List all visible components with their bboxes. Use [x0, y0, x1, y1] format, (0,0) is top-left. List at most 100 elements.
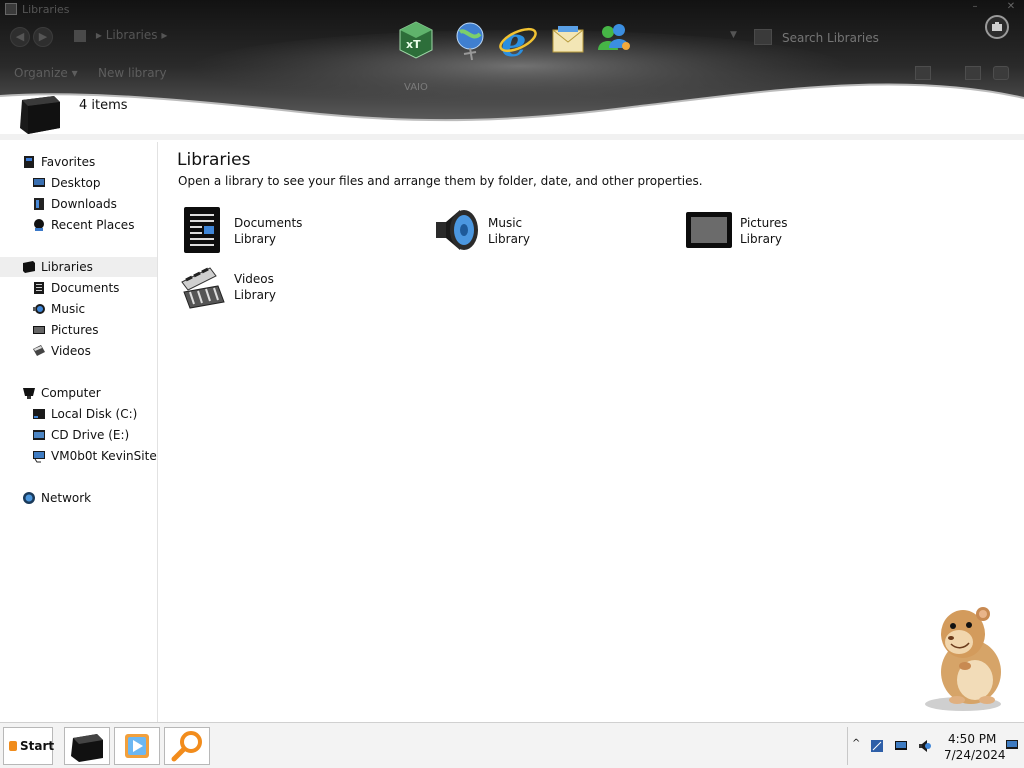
network-drive-icon	[33, 451, 45, 463]
library-name: Pictures	[740, 216, 788, 230]
help-icon[interactable]	[985, 15, 1009, 39]
preview-pane-icon[interactable]	[965, 66, 981, 80]
libraries-crumb-icon	[74, 29, 86, 42]
nav-favorites-label: Favorites	[41, 155, 96, 169]
messenger-icon[interactable]	[592, 18, 636, 62]
back-button[interactable]: ◀	[10, 27, 30, 47]
library-tile-documents[interactable]: Documents Library	[180, 206, 420, 254]
nav-item-label: Desktop	[51, 176, 101, 190]
computer-icon	[23, 388, 35, 399]
show-desktop-icon[interactable]	[1005, 739, 1019, 752]
forward-button[interactable]: ▶	[33, 27, 53, 47]
taskbar-search-button[interactable]	[164, 727, 210, 765]
mail-icon[interactable]	[546, 18, 590, 62]
taskbar-explorer-button[interactable]	[64, 727, 110, 765]
nav-libraries[interactable]: Libraries	[0, 257, 157, 277]
close-button[interactable]: ✕	[1004, 0, 1018, 14]
window-title: Libraries	[22, 3, 70, 16]
pictures-library-icon	[686, 212, 732, 248]
nav-item-videos[interactable]: Videos	[0, 341, 157, 361]
change-view-icon[interactable]	[915, 66, 931, 80]
nav-item-local-disk[interactable]: Local Disk (C:)	[0, 404, 157, 424]
library-type: Library	[488, 232, 530, 246]
library-tile-music[interactable]: Music Library	[434, 206, 674, 254]
nav-item-label: Pictures	[51, 323, 99, 337]
music-library-icon	[436, 210, 478, 250]
network-globe-icon[interactable]	[450, 18, 494, 62]
nav-item-label: Music	[51, 302, 86, 316]
breadcrumb-arrow[interactable]: ▸	[161, 28, 167, 42]
documents-icon	[34, 282, 44, 294]
nav-item-label: Documents	[51, 281, 120, 295]
libraries-large-icon	[20, 96, 60, 134]
show-hidden-icons-button[interactable]: ^	[852, 738, 860, 749]
start-button[interactable]: Start	[3, 727, 55, 765]
xtree-icon[interactable]: xT	[394, 18, 438, 62]
help-icon-small[interactable]	[993, 66, 1009, 80]
clock-date[interactable]: 7/24/2024	[944, 748, 1006, 762]
library-type: Library	[234, 288, 276, 302]
nav-item-documents[interactable]: Documents	[0, 278, 157, 298]
refresh-button[interactable]	[754, 29, 772, 45]
address-dropdown-icon[interactable]: ▼	[730, 30, 737, 40]
library-name: Documents	[234, 216, 303, 230]
library-tile-pictures[interactable]: Pictures Library	[686, 206, 926, 254]
nav-item-label: CD Drive (E:)	[51, 428, 130, 442]
content-pane: Libraries Open a library to see your fil…	[160, 142, 1024, 722]
clock-time[interactable]: 4:50 PM	[948, 732, 996, 746]
search-input[interactable]	[782, 30, 982, 46]
nav-item-label: Local Disk (C:)	[51, 407, 138, 421]
libraries-icon	[23, 261, 35, 273]
window-header: Libraries – ✕ ◀▶ ▸ Libraries ▸ ▼ xT	[0, 0, 1024, 140]
minimize-button[interactable]: –	[968, 0, 982, 14]
nav-item-pictures[interactable]: Pictures	[0, 320, 157, 340]
internet-explorer-icon[interactable]: e	[496, 18, 540, 62]
svg-text:xT: xT	[406, 38, 421, 51]
media-player-icon	[125, 734, 149, 758]
nav-item-desktop[interactable]: Desktop	[0, 173, 157, 193]
pictures-icon	[33, 326, 45, 334]
network-icon	[23, 492, 35, 504]
library-type: Library	[740, 232, 782, 246]
command-bar: Organize ▾ New library	[0, 62, 1024, 86]
documents-library-icon	[184, 207, 220, 253]
desktop-icon	[33, 178, 45, 187]
taskbar-media-player-button[interactable]	[114, 727, 160, 765]
search-box: ▼	[730, 28, 992, 48]
nav-favorites[interactable]: Favorites	[0, 152, 157, 172]
new-library-button[interactable]: New library	[98, 66, 167, 80]
nav-item-cd-drive[interactable]: CD Drive (E:)	[0, 425, 157, 445]
display-tray-icon[interactable]	[894, 739, 908, 753]
downloads-icon	[34, 198, 44, 210]
nav-item-network-drive[interactable]: VM0b0t KevinSite	[0, 446, 157, 466]
network-tray-icon[interactable]	[870, 739, 884, 753]
library-tile-videos[interactable]: Videos Library	[180, 262, 420, 310]
explorer-icon	[71, 734, 103, 762]
nav-computer[interactable]: Computer	[0, 383, 157, 403]
volume-tray-icon[interactable]	[918, 739, 932, 753]
nav-item-music[interactable]: Music	[0, 299, 157, 319]
nav-item-downloads[interactable]: Downloads	[0, 194, 157, 214]
nav-network-label: Network	[41, 491, 92, 505]
breadcrumb-root-arrow[interactable]: ▸	[96, 28, 102, 42]
nav-item-label: Videos	[51, 344, 91, 358]
dock: xT e	[392, 18, 642, 68]
library-name: Videos	[234, 272, 274, 286]
breadcrumb-libraries[interactable]: Libraries	[106, 28, 158, 42]
videos-library-icon	[181, 267, 225, 309]
organize-button[interactable]: Organize ▾	[14, 66, 78, 80]
music-icon	[33, 304, 45, 314]
library-name: Music	[488, 216, 523, 230]
videos-icon	[33, 345, 45, 356]
item-count: 4 items	[79, 98, 128, 113]
recent-places-icon	[34, 219, 44, 231]
nav-computer-label: Computer	[41, 386, 101, 400]
address-bar[interactable]: ▸ Libraries ▸	[74, 28, 384, 48]
start-label: Start	[20, 739, 55, 753]
title-bar: Libraries – ✕	[0, 0, 1024, 20]
nav-item-recent-places[interactable]: Recent Places	[0, 215, 157, 235]
nav-network[interactable]: Network	[0, 488, 157, 508]
nav-item-label: Recent Places	[51, 218, 135, 232]
start-logo-icon	[9, 741, 17, 751]
nav-item-label: Downloads	[51, 197, 117, 211]
